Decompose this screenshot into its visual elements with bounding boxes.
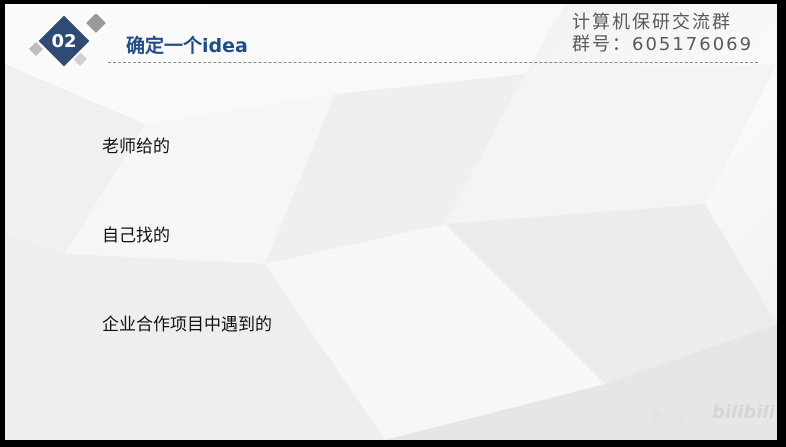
page-title: 确定一个idea bbox=[126, 35, 248, 57]
group-watermark: 计算机保研交流群 群号：605176069 bbox=[572, 12, 753, 56]
section-badge: 02 bbox=[27, 14, 117, 74]
header-divider bbox=[108, 62, 758, 63]
bilibili-logo: bilibili bbox=[712, 402, 775, 423]
group-number: 群号：605176069 bbox=[572, 34, 754, 55]
list-item: 企业合作项目中遇到的 bbox=[102, 315, 272, 335]
list-item: 自己找的 bbox=[102, 226, 170, 246]
slide: 02 确定一个idea 计算机保研交流群 群号：605176069 老师给的 自… bbox=[5, 4, 777, 440]
list-item: 老师给的 bbox=[102, 137, 170, 157]
footer-credit: 墨云论 bbox=[651, 410, 688, 424]
group-name: 计算机保研交流群 bbox=[572, 12, 732, 33]
section-number: 02 bbox=[51, 31, 77, 52]
